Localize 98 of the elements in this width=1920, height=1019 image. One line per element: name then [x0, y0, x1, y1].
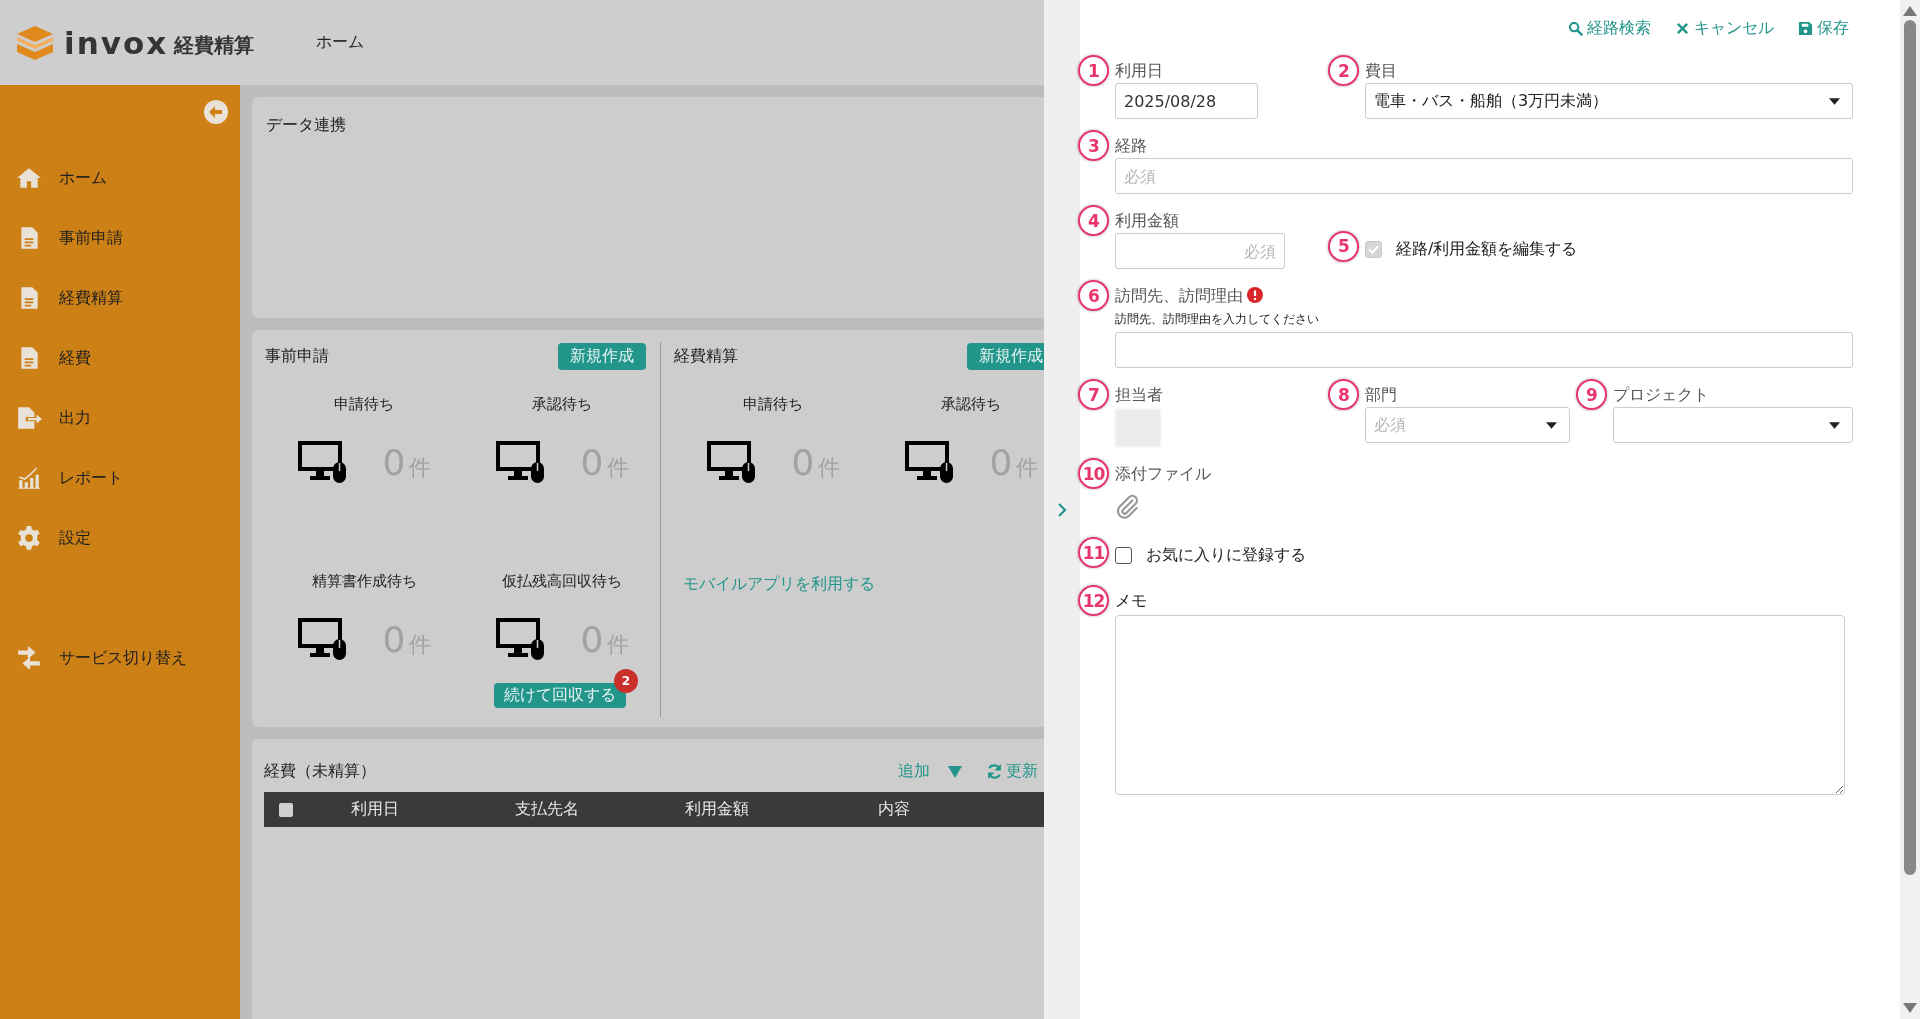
caret-down-icon: [1829, 97, 1840, 105]
number-marker: 8: [1328, 379, 1359, 410]
field-label: 経路: [1115, 136, 1148, 157]
settings-icon: [16, 525, 42, 551]
sidebar-item[interactable]: 出力: [0, 388, 240, 448]
caret-down-icon: [1829, 421, 1840, 429]
monitor-mouse-icon: [494, 440, 545, 484]
card-title: データ連携: [266, 115, 346, 134]
scroll-down-icon[interactable]: [1903, 1003, 1917, 1013]
checkbox-label: お気に入りに登録する: [1146, 545, 1306, 566]
sidebar-item[interactable]: 事前申請: [0, 208, 240, 268]
sidebar-label: 経費精算: [59, 287, 123, 309]
stat-label: 精算書作成待ち: [311, 572, 417, 591]
monitor-mouse-icon: [494, 617, 545, 661]
number-marker: 6: [1078, 280, 1109, 311]
caret-down-icon[interactable]: [948, 765, 962, 778]
stat-label: 申請待ち: [334, 395, 394, 414]
sidebar-item[interactable]: 経費: [0, 328, 240, 388]
sidebar-item[interactable]: ホーム: [0, 148, 240, 208]
column-header: 支払先名: [515, 799, 580, 820]
bar-chart-icon: [16, 465, 42, 491]
number-marker: 3: [1078, 130, 1109, 161]
field-hint: 訪問先、訪問理由を入力してください: [1115, 311, 1320, 328]
sidebar-label: 出力: [59, 407, 91, 429]
stat-label: 承認待ち: [941, 395, 1001, 414]
sidebar-label: ホーム: [59, 167, 107, 189]
project-select[interactable]: [1613, 407, 1853, 443]
monitor-mouse-icon: [705, 440, 756, 484]
sidebar-item[interactable]: 設定: [0, 508, 240, 568]
scroll-up-icon[interactable]: [1903, 6, 1917, 16]
number-marker: 5: [1328, 230, 1359, 262]
section-title: 事前申請: [265, 345, 329, 367]
search-action[interactable]: 経路検索: [1568, 18, 1651, 39]
number-marker: 1: [1078, 55, 1109, 86]
field-label: 費目: [1365, 61, 1398, 82]
field-label: 利用日: [1115, 61, 1164, 82]
caret-down-icon: [1546, 421, 1557, 429]
sidebar-label: 設定: [59, 527, 91, 549]
number-marker: 11: [1078, 537, 1109, 568]
number-marker: 4: [1078, 205, 1109, 236]
number-marker: 9: [1576, 379, 1607, 410]
stat-label: 承認待ち: [532, 395, 592, 414]
field-label: 添付ファイル: [1115, 464, 1212, 485]
product-name: 経費精算: [174, 32, 255, 59]
column-header: 内容: [878, 799, 911, 820]
stat-label: 申請待ち: [743, 395, 803, 414]
refresh-icon: [986, 763, 1003, 780]
logo-wordmark: invox: [64, 24, 169, 61]
swap-arrows-icon: [16, 645, 42, 671]
select-all-checkbox[interactable]: [279, 802, 293, 817]
new-button[interactable]: 新規作成: [967, 342, 1044, 370]
chevron-right-icon[interactable]: [1057, 501, 1067, 518]
monitor-mouse-icon: [296, 617, 347, 661]
sidebar-label: サービス切り替え: [59, 647, 187, 669]
sidebar-item[interactable]: レポート: [0, 448, 240, 508]
date-field[interactable]: 2025/08/28: [1115, 83, 1258, 119]
new-button[interactable]: 新規作成: [558, 342, 646, 370]
sidebar-label: レポート: [59, 467, 123, 489]
checkbox[interactable]: [1115, 547, 1132, 564]
field-label: 部門: [1365, 385, 1398, 406]
field-label: 訪問先、訪問理由: [1115, 286, 1853, 308]
monitor-mouse-icon: [296, 440, 347, 484]
breadcrumb[interactable]: ホーム: [316, 32, 365, 53]
monitor-mouse-icon: [903, 440, 954, 484]
visit-field[interactable]: [1115, 332, 1853, 368]
close-icon: [1675, 21, 1690, 36]
number-marker: 7: [1078, 379, 1109, 410]
number-marker: 12: [1078, 585, 1109, 616]
export-icon: [16, 405, 42, 431]
field-label: メモ: [1115, 591, 1148, 612]
collapse-icon[interactable]: [204, 100, 228, 124]
search-icon: [1568, 21, 1583, 36]
scrollbar[interactable]: [1900, 0, 1920, 1019]
amount-field[interactable]: 必須: [1115, 233, 1285, 269]
sidebar-item[interactable]: 経費精算: [0, 268, 240, 328]
route-field[interactable]: 必須: [1115, 158, 1853, 194]
field-label: 担当者: [1115, 385, 1164, 406]
field-label: 利用金額: [1115, 211, 1180, 232]
stat-label: 仮払残高回収待ち: [502, 572, 622, 591]
sidebar-label: 経費: [59, 347, 91, 369]
number-marker: 2: [1328, 55, 1359, 86]
memo-field[interactable]: [1115, 615, 1845, 795]
column-header: 利用金額: [685, 799, 750, 820]
save-action[interactable]: 保存: [1798, 18, 1849, 39]
sidebar-label: 事前申請: [59, 227, 123, 249]
cancel-action[interactable]: キャンセル: [1675, 18, 1774, 39]
refresh-label: 更新: [1006, 761, 1038, 782]
count-badge: 2: [614, 669, 638, 693]
checkbox-label: 経路/利用金額を編集する: [1396, 238, 1578, 260]
column-header: 利用日: [351, 799, 400, 820]
number-marker: 10: [1078, 458, 1109, 489]
sidebar-item[interactable]: サービス切り替え: [0, 628, 240, 688]
logo-icon: [16, 24, 54, 61]
section-title: 経費精算: [674, 345, 738, 367]
category-select[interactable]: 電車・バス・船舶（3万円未満）: [1365, 83, 1853, 119]
field-label: プロジェクト: [1613, 385, 1710, 406]
paperclip-icon[interactable]: [1115, 494, 1141, 520]
section-title: 経費（未精算）: [264, 761, 377, 782]
